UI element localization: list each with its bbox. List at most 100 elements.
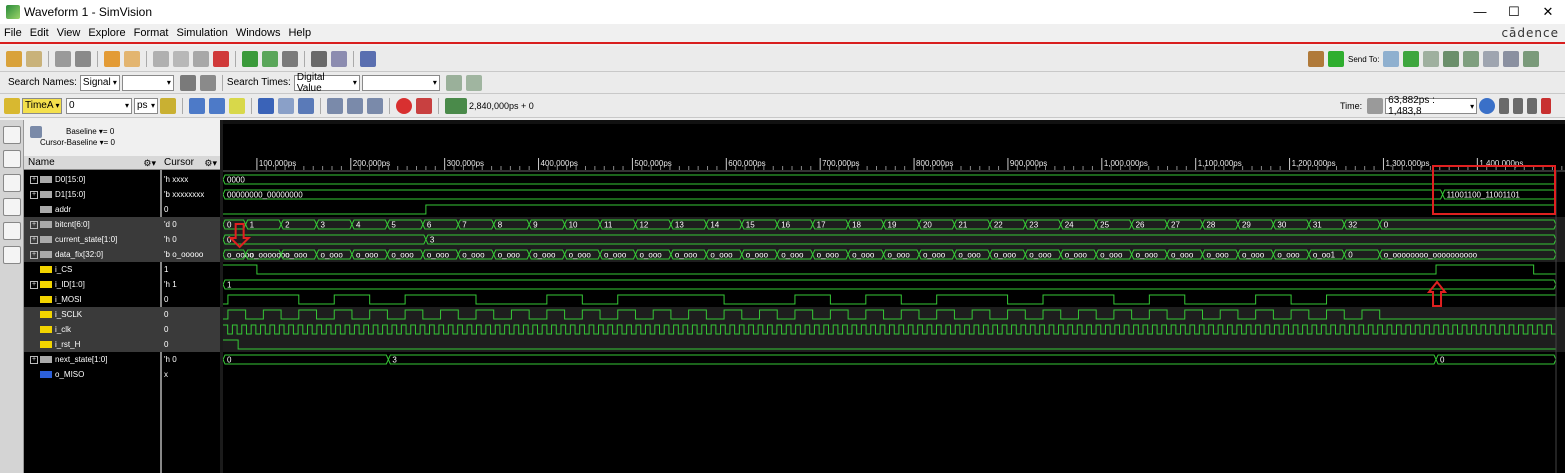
copy-icon[interactable]	[173, 50, 189, 67]
time-unit-select[interactable]: ps ▾	[134, 97, 158, 114]
signal-row-i-mosi[interactable]: i_MOSI 0	[24, 292, 220, 307]
search-times-mode-select[interactable]: Digital Value ▾	[293, 72, 360, 94]
signal-row-current-state[interactable]: + current_state[1:0] 'h 0	[24, 232, 220, 247]
search-names-next-icon[interactable]	[179, 74, 196, 91]
send-list-icon[interactable]	[1483, 51, 1500, 67]
name-column-header[interactable]: Name ⚙▾	[24, 156, 160, 170]
send-waveform-icon[interactable]	[1403, 51, 1420, 67]
memory-icon[interactable]	[3, 222, 21, 240]
name-column-gear-icon[interactable]: ⚙▾	[143, 156, 156, 170]
step-over-icon[interactable]	[347, 97, 363, 114]
send-schematic-icon[interactable]	[1443, 51, 1460, 67]
search-times-prev-icon[interactable]	[465, 74, 482, 91]
zoom-out-icon[interactable]	[1513, 98, 1524, 114]
zoom-in-icon[interactable]	[1499, 98, 1510, 114]
waveform-canvas[interactable]: 100,000ps 200,000ps 300,000ps 400,000ps 500,…	[220, 120, 1565, 473]
menu-windows[interactable]: Windows	[232, 27, 285, 39]
cursor-time-input[interactable]: 0 ▾	[66, 97, 132, 114]
send-to-source-icon[interactable]	[262, 50, 278, 67]
signal-row-next-state[interactable]: + next_state[1:0] 'h 0	[24, 352, 220, 367]
expand-icon[interactable]: +	[30, 220, 38, 229]
marker-flag-icon[interactable]	[4, 97, 20, 114]
time-range-icon[interactable]	[1367, 98, 1384, 114]
cursor-column-header[interactable]: Cursor ⚙▾	[160, 156, 220, 170]
paste-icon[interactable]	[193, 50, 209, 67]
menu-explore[interactable]: Explore	[84, 27, 129, 39]
expand-icon[interactable]: +	[30, 235, 38, 244]
step-out-icon[interactable]	[367, 97, 383, 114]
menu-help[interactable]: Help	[284, 27, 315, 39]
menu-edit[interactable]: Edit	[26, 27, 53, 39]
expand-icon[interactable]: +	[30, 355, 38, 364]
menu-simulation[interactable]: Simulation	[173, 27, 232, 39]
rewind-icon[interactable]	[298, 97, 314, 114]
cut-icon[interactable]	[153, 50, 169, 67]
signal-row-d1[interactable]: + D1[15:0] 'b xxxxxxxx	[24, 187, 220, 202]
close-button[interactable]: ✕	[1531, 0, 1565, 24]
binoculars-icon[interactable]	[311, 50, 327, 67]
undo-icon[interactable]	[104, 50, 120, 67]
signal-row-d0[interactable]: + D0[15:0] 'h xxxx	[24, 172, 220, 187]
marker-options-icon[interactable]	[160, 97, 176, 114]
expand-icon[interactable]: +	[30, 175, 38, 184]
open-database-icon[interactable]	[6, 50, 22, 67]
list-icon[interactable]	[331, 50, 347, 67]
schematic-icon[interactable]	[3, 150, 21, 168]
zoom-icon[interactable]	[1479, 98, 1496, 114]
send-to-schematic-icon[interactable]	[242, 50, 258, 67]
trace-icon[interactable]	[282, 50, 298, 67]
delete-icon[interactable]	[213, 50, 229, 67]
step-in-icon[interactable]	[327, 97, 343, 114]
search-times-next-icon[interactable]	[445, 74, 462, 91]
print-icon[interactable]	[75, 50, 91, 67]
step-icon[interactable]	[278, 97, 294, 114]
signal-row-bitcnt[interactable]: + bitcnt[6:0] 'd 0	[24, 217, 220, 232]
redo-icon[interactable]	[124, 50, 140, 67]
baseline-label[interactable]: Baseline ▾= 0	[66, 127, 114, 136]
snap-icon[interactable]	[229, 97, 245, 114]
source-browser-icon[interactable]	[3, 174, 21, 192]
register-icon[interactable]	[3, 198, 21, 216]
signal-row-data-fix[interactable]: + data_fix[32:0] 'b o_ooooo	[24, 247, 220, 262]
send-table-icon[interactable]	[1503, 51, 1520, 67]
send-register-icon[interactable]	[1423, 51, 1440, 67]
stop-icon[interactable]	[396, 97, 412, 114]
design-browser-icon[interactable]	[3, 126, 21, 144]
time-range-input[interactable]: 63,882ps : 1,483,8 ▾	[1385, 95, 1478, 117]
send-design-browser-icon[interactable]	[1383, 51, 1400, 67]
expand-icon[interactable]: +	[30, 280, 38, 289]
expand-icon[interactable]: +	[30, 250, 38, 259]
signal-row-i-id[interactable]: + i_ID[1:0] 'h 1	[24, 277, 220, 292]
send-source-icon[interactable]	[1463, 51, 1480, 67]
prev-edge-icon[interactable]	[189, 97, 205, 114]
search-names-prev-icon[interactable]	[199, 74, 216, 91]
marker-select[interactable]: TimeA ▾	[22, 97, 62, 114]
zoom-cursor-icon[interactable]	[1541, 98, 1552, 114]
signal-row-o-miso[interactable]: o_MISO x	[24, 367, 220, 382]
search-times-input[interactable]: ▾	[361, 74, 440, 91]
transaction-icon[interactable]	[3, 246, 21, 264]
search-names-mode-select[interactable]: Signal ▾	[79, 74, 120, 91]
cursor-column-gear-icon[interactable]: ⚙▾	[204, 156, 217, 170]
copy-window-icon[interactable]	[55, 50, 71, 67]
zoom-full-icon[interactable]	[1527, 98, 1538, 114]
package-icon[interactable]	[1308, 51, 1324, 67]
waveform-svg[interactable]: 100,000ps 200,000ps 300,000ps 400,000ps 500,…	[222, 120, 1565, 473]
menu-view[interactable]: View	[53, 27, 85, 39]
signal-row-i-rst-h[interactable]: i_rst_H 0	[24, 337, 220, 352]
minimize-button[interactable]: —	[1463, 0, 1497, 24]
search-names-input[interactable]: ▾	[121, 74, 174, 91]
next-edge-icon[interactable]	[209, 97, 225, 114]
menu-format[interactable]: Format	[130, 27, 173, 39]
window-select-icon[interactable]	[360, 50, 376, 67]
add-icon[interactable]	[1328, 51, 1344, 67]
maximize-button[interactable]: ☐	[1497, 0, 1531, 24]
expand-icon[interactable]: +	[30, 190, 38, 199]
reopen-icon[interactable]	[26, 50, 42, 67]
signal-row-i-clk[interactable]: i_clk 0	[24, 322, 220, 337]
signal-row-addr[interactable]: addr 0	[24, 202, 220, 217]
send-memory-icon[interactable]	[1523, 51, 1540, 67]
menu-file[interactable]: File	[0, 27, 26, 39]
signal-row-i-sclk[interactable]: i_SCLK 0	[24, 307, 220, 322]
reset-icon[interactable]	[416, 97, 432, 114]
